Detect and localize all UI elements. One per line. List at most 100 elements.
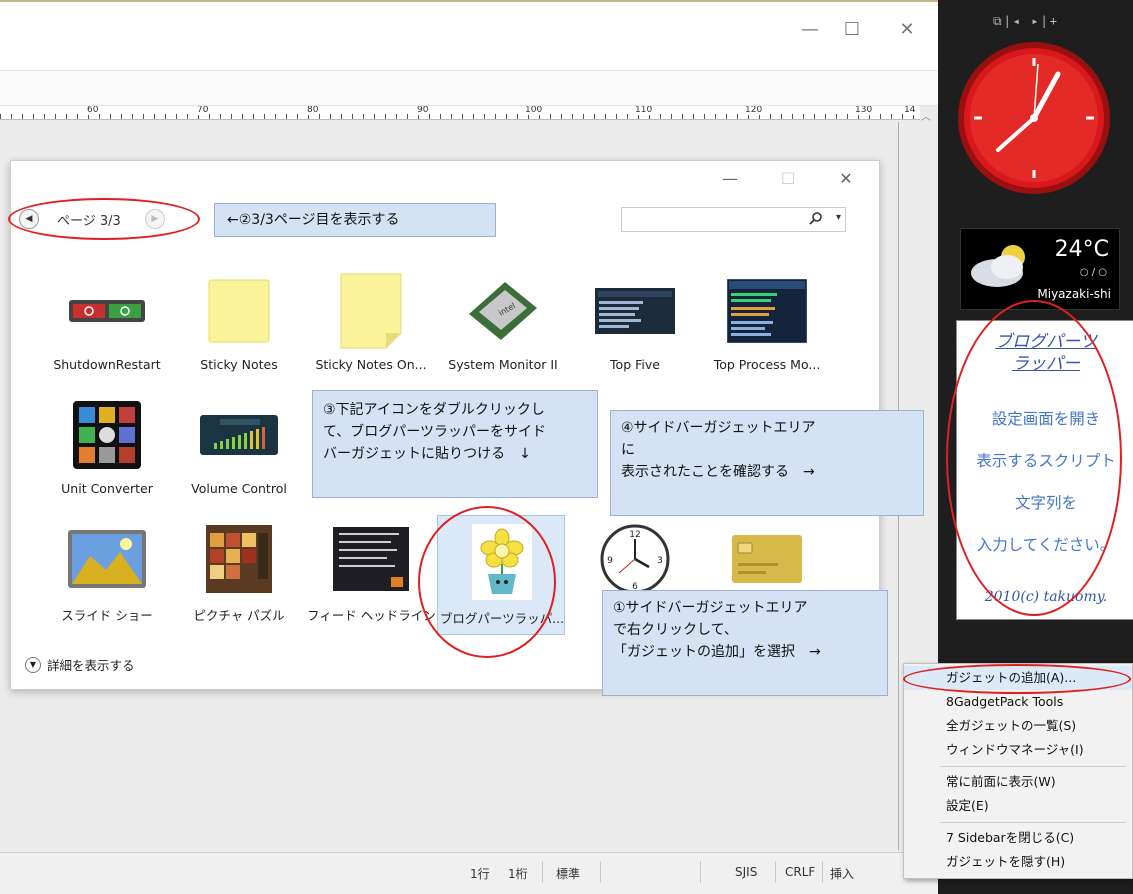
sticky-note-icon xyxy=(331,271,411,351)
analog-clock-icon: 12 3 6 9 xyxy=(595,519,675,599)
gadget-sticky-notes[interactable]: Sticky Notes xyxy=(175,265,303,385)
callout-step-2: ←②3/3ページ目を表示する xyxy=(214,203,496,237)
gold-card-icon xyxy=(727,519,807,599)
callout-step-1: ①サイドバーガジェットエリア で右クリックして、 「ガジェットの追加」を選択 → xyxy=(602,590,888,696)
callout-line: ①サイドバーガジェットエリア xyxy=(613,600,808,616)
gadget-search-input[interactable]: ▾ xyxy=(621,207,846,232)
weather-range: ○ / ○ xyxy=(1079,267,1107,278)
callout-line: ④サイドバーガジェットエリア xyxy=(621,420,816,436)
menu-separator xyxy=(940,822,1126,823)
gadget-unit-converter[interactable]: Unit Converter xyxy=(43,389,171,509)
editor-maximize-button[interactable]: ☐ xyxy=(837,18,867,42)
gadget-feed-headlines[interactable]: フィード ヘッドライン xyxy=(307,513,435,633)
gadget-system-monitor-ii[interactable]: intel System Monitor II xyxy=(439,265,567,385)
ruler-label: 120 xyxy=(744,106,764,115)
search-icon[interactable] xyxy=(809,211,823,225)
blog-gadget-footer: 2010(c) takuomy. xyxy=(984,589,1108,605)
gadget-slideshow[interactable]: スライド ショー xyxy=(43,513,171,633)
callout-line: 表示されたことを確認する → xyxy=(621,464,815,480)
gadget-label: フィード ヘッドライン xyxy=(307,608,435,623)
callout-line: に xyxy=(621,442,635,458)
ruler-label: 130 xyxy=(854,106,874,115)
menu-item-window-manager[interactable]: ウィンドウマネージャ(I) xyxy=(904,738,1132,762)
gadget-label: Sticky Notes xyxy=(200,357,278,372)
shutdown-restart-icon xyxy=(67,271,147,351)
blog-parts-wrapper-gadget[interactable]: ブログパーツ ラッパー 設定画面を開き 表示するスクリプト 文字列を 入力してく… xyxy=(956,320,1133,620)
callout-line: で右クリックして、 xyxy=(613,622,738,638)
menu-item-add-gadget[interactable]: ガジェットの追加(A)... xyxy=(904,666,1132,690)
editor-minimize-button[interactable]: — xyxy=(795,18,825,42)
slideshow-icon xyxy=(67,519,147,599)
gadget-volume-control[interactable]: Volume Control xyxy=(175,389,303,509)
callout-step-3: ③下記アイコンをダブルクリックし て、ブログパーツラッパーをサイド バーガジェッ… xyxy=(312,390,598,498)
ruler-ticks xyxy=(0,114,920,119)
feed-headlines-icon xyxy=(331,519,411,599)
gadget-label: ブログパーツラッパ... xyxy=(439,611,565,626)
next-page-button[interactable]: ▶ xyxy=(144,209,165,229)
status-encoding: SJIS xyxy=(735,865,758,879)
sidebar-toolbar[interactable]: ⧉|◂ ▸|+ xyxy=(993,14,1059,29)
search-options-dropdown-icon[interactable]: ▾ xyxy=(836,212,841,223)
weather-gadget[interactable]: 24°C ○ / ○ Miyazaki-shi xyxy=(960,228,1120,310)
clock-gadget-icon[interactable] xyxy=(954,38,1114,198)
blog-gadget-text: 設定画面を開き xyxy=(991,410,1101,428)
svg-text:12: 12 xyxy=(629,530,640,540)
gadget-sticky-notes-online[interactable]: Sticky Notes On... xyxy=(307,265,435,385)
gadget-label: ピクチャ パズル xyxy=(193,608,285,623)
gadget-label: スライド ショー xyxy=(61,608,153,623)
page-navigator: ◀ ページ 3/3 ▶ xyxy=(19,205,165,233)
page-indicator: ページ 3/3 xyxy=(57,213,121,229)
show-details-toggle[interactable]: ▼ 詳細を表示する xyxy=(25,655,135,674)
weather-temperature: 24°C xyxy=(1054,237,1109,262)
gadget-label: ShutdownRestart xyxy=(53,357,161,372)
unit-converter-icon xyxy=(67,395,147,475)
callout-line: ③下記アイコンをダブルクリックし xyxy=(323,402,545,418)
status-eol: CRLF xyxy=(785,865,816,879)
process-monitor-icon xyxy=(727,271,807,351)
status-insert: 挿入 xyxy=(830,867,855,881)
ruler-label: 100 xyxy=(524,106,544,115)
blog-gadget-text: 入力してください。 xyxy=(976,536,1116,554)
gadget-label: System Monitor II xyxy=(448,357,558,372)
blog-title-line: ブログパーツ xyxy=(995,332,1097,352)
gadget-label: Top Five xyxy=(610,357,660,372)
menu-item-always-on-top[interactable]: 常に前面に表示(W) xyxy=(904,770,1132,794)
menu-item-settings[interactable]: 設定(E) xyxy=(904,794,1132,818)
horizontal-ruler: 60 70 80 90 100 110 120 130 14 xyxy=(0,106,920,120)
ruler-label: 90 xyxy=(416,106,430,115)
menu-item-hide-gadgets[interactable]: ガジェットを隠す(H) xyxy=(904,850,1132,874)
sticky-note-icon xyxy=(199,271,279,351)
process-list-icon xyxy=(595,271,675,351)
menu-item-8gadgetpack-tools[interactable]: 8GadgetPack Tools xyxy=(904,690,1132,714)
show-details-label: 詳細を表示する xyxy=(47,658,135,673)
callout-line: て、ブログパーツラッパーをサイド xyxy=(323,424,547,440)
gadget-label: Unit Converter xyxy=(61,481,153,496)
blog-title-line: ラッパー xyxy=(1012,354,1080,374)
svg-text:3: 3 xyxy=(657,556,663,566)
menu-item-all-gadgets[interactable]: 全ガジェットの一覧(S) xyxy=(904,714,1132,738)
gallery-minimize-button[interactable]: — xyxy=(713,165,747,193)
gadget-blog-parts-wrapper[interactable]: ブログパーツラッパ... xyxy=(437,515,565,635)
editor-titlebar: — ☐ ✕ xyxy=(0,0,938,70)
menu-item-close-sidebar[interactable]: 7 Sidebarを閉じる(C) xyxy=(904,826,1132,850)
editor-close-button[interactable]: ✕ xyxy=(892,18,922,42)
callout-line: 「ガジェットの追加」を選択 → xyxy=(613,644,821,660)
prev-page-button[interactable]: ◀ xyxy=(19,209,39,229)
gallery-close-button[interactable]: ✕ xyxy=(829,165,863,193)
ruler-label: 70 xyxy=(196,106,210,115)
ruler-label: 110 xyxy=(634,106,654,115)
ruler-label: 14 xyxy=(903,106,917,115)
flower-character-icon xyxy=(462,522,542,602)
blog-gadget-title[interactable]: ブログパーツ ラッパー xyxy=(957,331,1133,375)
gadget-label: Volume Control xyxy=(191,481,287,496)
scroll-up-arrow-icon[interactable]: ︿ xyxy=(918,108,934,123)
sidebar-context-menu: ガジェットの追加(A)... 8GadgetPack Tools 全ガジェットの… xyxy=(903,663,1133,879)
gadget-picture-puzzle[interactable]: ピクチャ パズル xyxy=(175,513,303,633)
chevron-down-icon: ▼ xyxy=(25,656,41,673)
gadget-top-five[interactable]: Top Five xyxy=(571,265,699,385)
status-line: 1行 xyxy=(470,867,490,881)
gadget-top-process-monitor[interactable]: Top Process Mo... xyxy=(703,265,831,385)
callout-line: バーガジェットに貼りつける ↓ xyxy=(323,446,531,462)
gadget-shutdownrestart[interactable]: ShutdownRestart xyxy=(43,265,171,385)
editor-menubar xyxy=(0,70,938,106)
